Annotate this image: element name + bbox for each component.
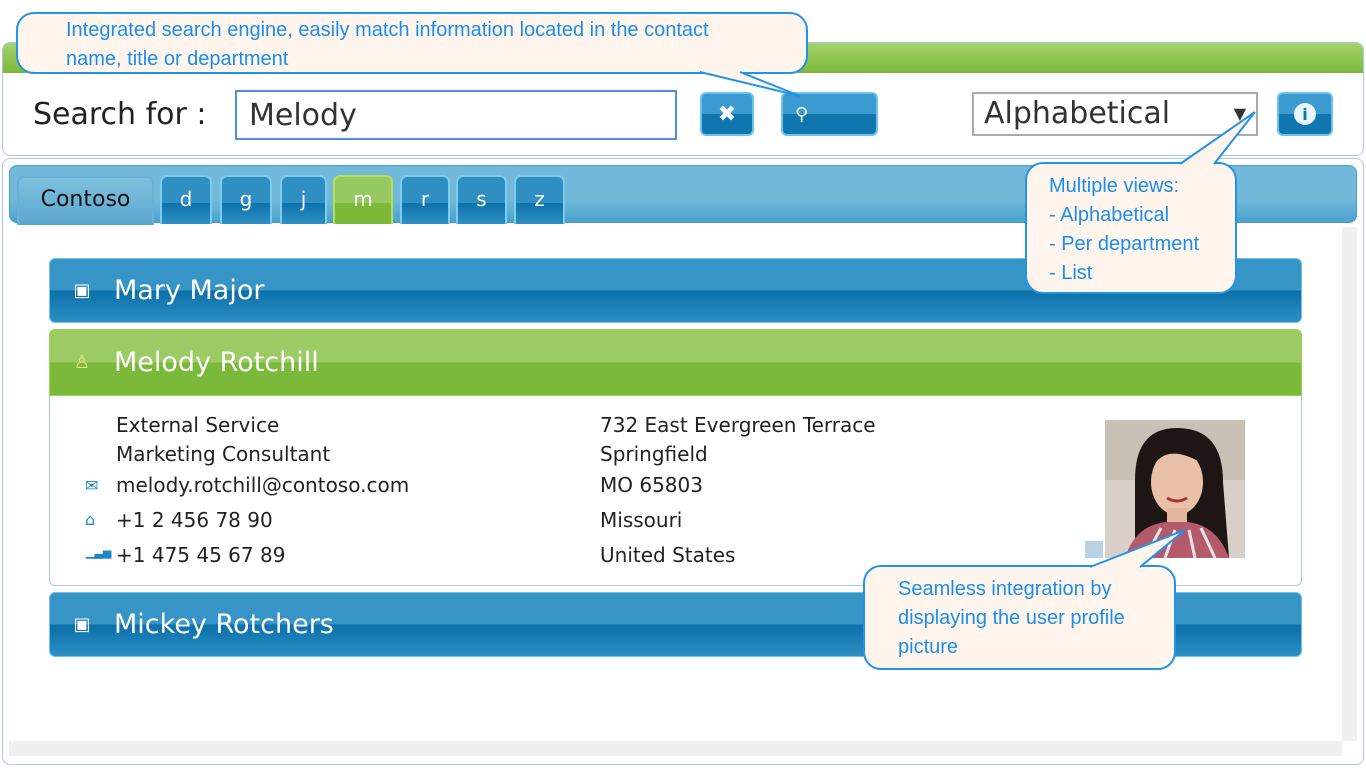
person-icon: ♙ xyxy=(73,352,91,373)
tab-g[interactable]: g xyxy=(220,175,272,224)
presence-indicator xyxy=(1085,541,1103,558)
address-state: Missouri xyxy=(600,508,683,532)
info-button[interactable]: i xyxy=(1277,92,1333,136)
job-title: Marketing Consultant xyxy=(116,442,331,466)
callout-views-line: - List xyxy=(1049,262,1093,284)
search-label: Search for : xyxy=(33,97,207,132)
callout-search-text: Integrated search engine, easily match i… xyxy=(66,19,709,70)
contact-header-melody-rotchill[interactable]: ♙ Melody Rotchill xyxy=(49,329,1302,396)
info-icon: i xyxy=(1294,103,1316,125)
mobile-phone: +1 475 45 67 89 xyxy=(116,543,286,567)
callout-picture-pointer xyxy=(1089,529,1186,568)
clear-search-button[interactable]: ✖ xyxy=(700,92,754,136)
callout-picture: Seamless integration by displaying the u… xyxy=(863,565,1176,670)
tab-j[interactable]: j xyxy=(280,175,327,224)
address-country: United States xyxy=(600,543,736,567)
callout-search: Integrated search engine, easily match i… xyxy=(16,12,808,74)
search-input[interactable] xyxy=(235,90,677,140)
contact-card-icon: ▣ xyxy=(73,280,91,301)
tab-contoso[interactable]: Contoso xyxy=(17,176,154,225)
contact-name: Mary Major xyxy=(114,275,265,306)
tab-r[interactable]: r xyxy=(400,175,450,224)
close-icon: ✖ xyxy=(717,101,737,127)
address-street: 732 East Evergreen Terrace xyxy=(600,413,876,437)
callout-views-line: Multiple views: xyxy=(1049,175,1180,197)
contact-card-icon: ▣ xyxy=(73,614,91,635)
view-select-value: Alphabetical xyxy=(984,96,1171,131)
home-icon: ⌂ xyxy=(85,510,96,529)
mobile-signal-icon: ▁▃▅ xyxy=(86,546,112,559)
vertical-scrollbar[interactable] xyxy=(1342,227,1357,741)
department: External Service xyxy=(116,413,280,437)
address-zip: MO 65803 xyxy=(600,473,703,497)
view-select[interactable]: Alphabetical ▼ xyxy=(972,92,1258,136)
search-icon: ⚲ xyxy=(795,103,809,125)
callout-picture-text: Seamless integration by displaying the u… xyxy=(898,578,1125,658)
tab-d[interactable]: d xyxy=(160,175,212,224)
email-icon: ✉ xyxy=(85,476,99,495)
contact-name: Melody Rotchill xyxy=(114,347,319,378)
tab-z[interactable]: z xyxy=(514,175,565,224)
search-button[interactable]: ⚲ xyxy=(781,92,878,136)
address-city: Springfield xyxy=(600,442,708,466)
horizontal-scrollbar[interactable] xyxy=(9,741,1342,756)
contact-name: Mickey Rotchers xyxy=(114,609,334,640)
email-link[interactable]: melody.rotchill@contoso.com xyxy=(116,473,409,497)
callout-views-line: - Alphabetical xyxy=(1049,204,1170,226)
home-phone: +1 2 456 78 90 xyxy=(116,508,273,532)
tab-m[interactable]: m xyxy=(333,175,393,224)
callout-views-line: - Per department xyxy=(1049,233,1200,255)
callout-views: Multiple views: - Alphabetical - Per dep… xyxy=(1025,162,1237,294)
tab-s[interactable]: s xyxy=(456,175,507,224)
